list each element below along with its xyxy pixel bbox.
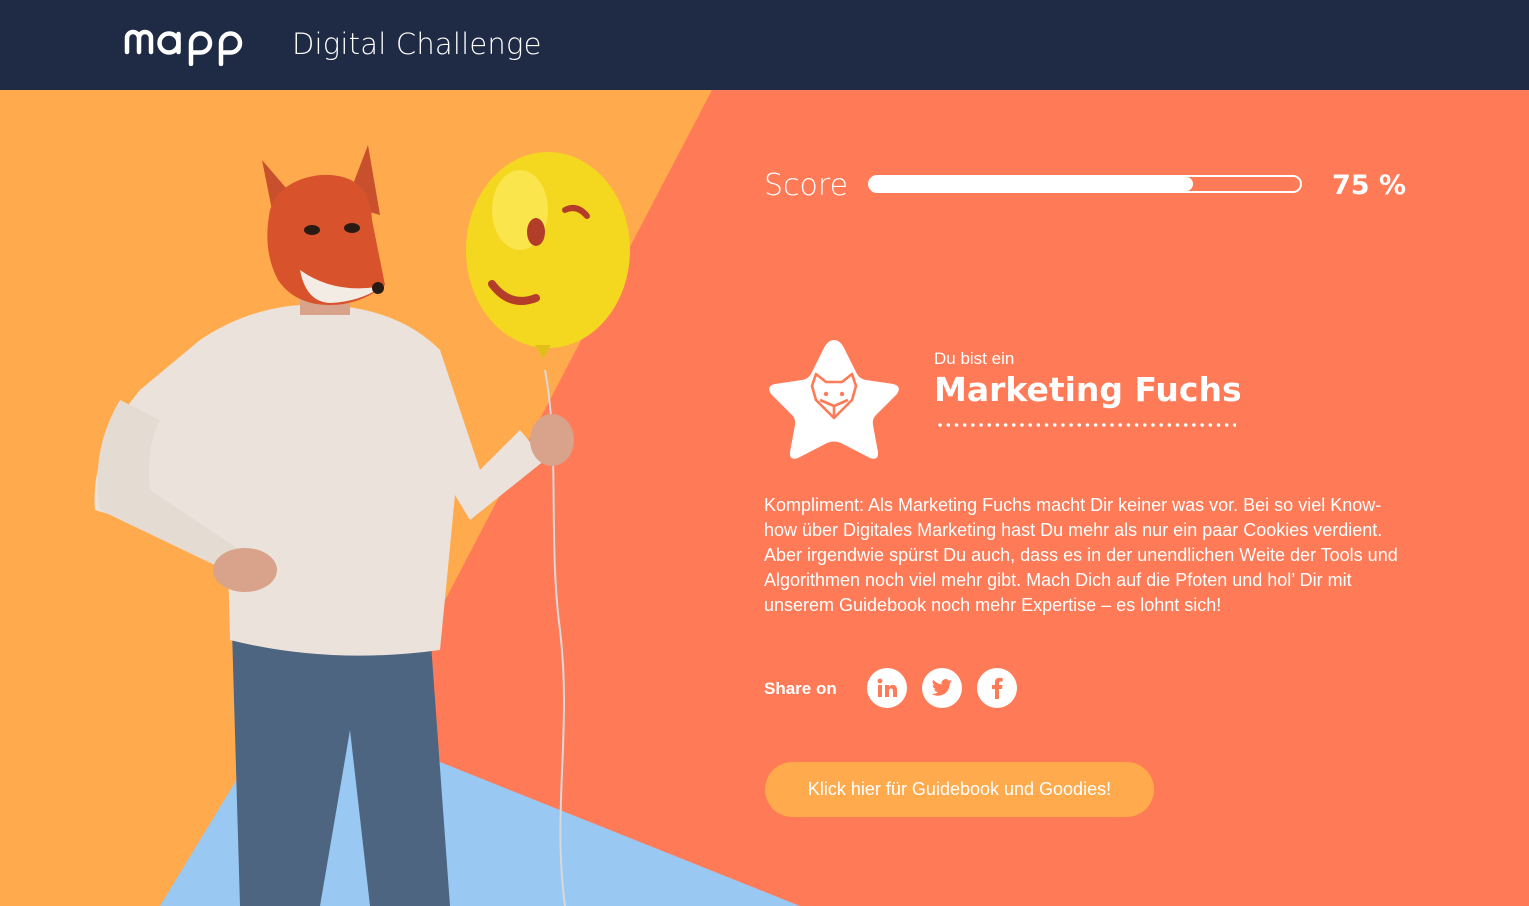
- share-twitter-button[interactable]: [922, 668, 962, 708]
- share-label: Share on: [764, 679, 837, 698]
- mapp-logo[interactable]: [124, 24, 264, 71]
- top-header: Digital Challenge: [0, 0, 1529, 90]
- share-facebook-button[interactable]: [977, 668, 1017, 708]
- facebook-icon: [992, 677, 1003, 699]
- score-progress-bar: [868, 175, 1302, 193]
- fox-star-icon: [769, 340, 899, 459]
- twitter-icon: [931, 679, 953, 696]
- fox-mask-icon: [262, 145, 385, 305]
- result-pretitle: Du bist ein: [934, 349, 1015, 368]
- share-linkedin-button[interactable]: [867, 668, 907, 708]
- result-title: Marketing Fuchs: [934, 370, 1242, 409]
- mapp-logo-icon: [124, 29, 243, 67]
- hero-photo-person-fox-mask: [94, 145, 630, 906]
- result-hero: Score 75 % Du bist ein Marketing Fuchs K…: [0, 90, 1529, 906]
- result-badge: [764, 334, 904, 469]
- result-description: Kompliment: Als Marketing Fuchs macht Di…: [764, 495, 1398, 615]
- score-value: 75 %: [1332, 170, 1407, 201]
- score-progress-fill: [870, 177, 1193, 191]
- app-title: Digital Challenge: [292, 27, 542, 61]
- guidebook-cta-button[interactable]: Klick hier für Guidebook und Goodies!: [765, 762, 1154, 817]
- score-label: Score: [764, 168, 849, 203]
- title-dotted-divider: [936, 422, 1236, 428]
- emoji-balloon-icon: [466, 152, 630, 359]
- linkedin-icon: [877, 678, 897, 697]
